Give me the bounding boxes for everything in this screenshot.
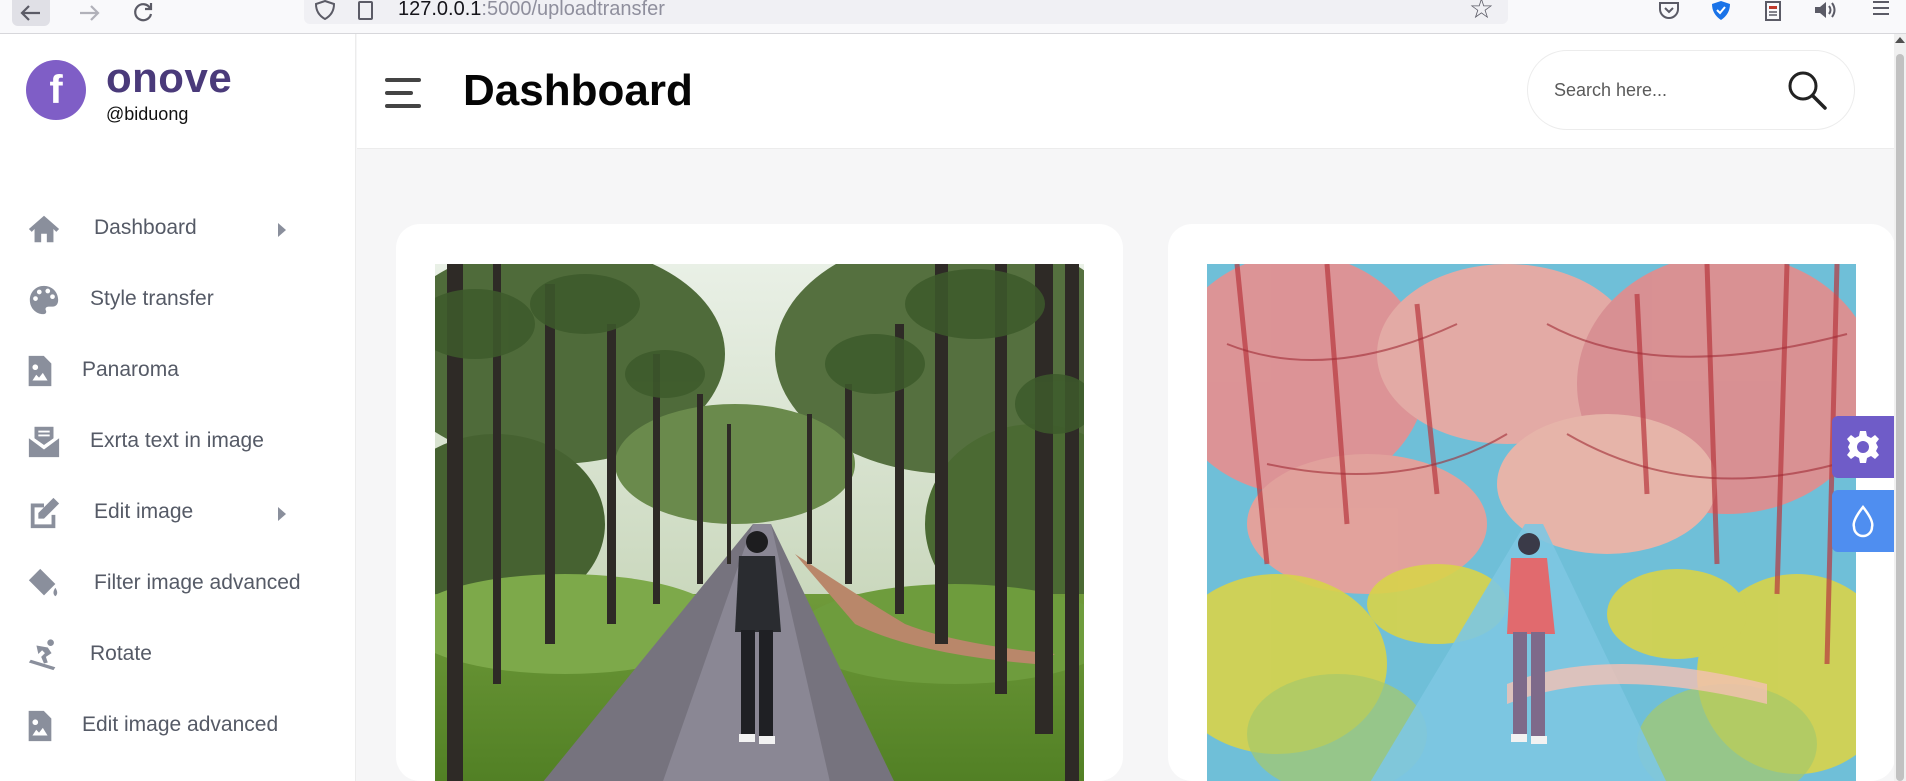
forward-arrow-icon[interactable] xyxy=(70,0,108,26)
paint-bucket-icon xyxy=(26,566,62,602)
sidebar-menu: Dashboard Style transfer Panaroma Exrta … xyxy=(0,194,356,762)
app-menu-icon[interactable] xyxy=(1866,0,1896,22)
sidebar-item-rotate[interactable]: Rotate xyxy=(0,620,356,691)
url-path: :5000/uploadtransfer xyxy=(481,0,665,20)
image-file-icon xyxy=(22,353,58,389)
address-bar[interactable]: 127.0.0.1:5000/uploadtransfer ☆ xyxy=(304,0,1508,24)
sidebar-item-label: Panaroma xyxy=(82,358,179,381)
brand-logo[interactable]: f xyxy=(26,60,86,120)
settings-button[interactable] xyxy=(1832,416,1894,478)
sidebar-item-label: Filter image advanced xyxy=(94,571,301,594)
gear-icon xyxy=(1847,431,1879,463)
search-box xyxy=(1527,50,1855,130)
sidebar-item-label: Style transfer xyxy=(90,287,214,310)
sidebar: f onove @biduong Dashboard Style transfe… xyxy=(0,34,356,781)
top-header: Dashboard xyxy=(357,34,1906,149)
caret-right-icon xyxy=(278,223,286,237)
page-info-icon[interactable] xyxy=(358,1,373,20)
theme-color-button[interactable] xyxy=(1832,490,1894,552)
url-host: 127.0.0.1 xyxy=(398,0,482,20)
reload-icon[interactable] xyxy=(124,0,162,26)
speaker-icon[interactable] xyxy=(1810,0,1840,22)
sidebar-item-label: Edit image xyxy=(94,500,194,523)
droplet-icon xyxy=(1852,504,1874,538)
sidebar-item-label: Edit image advanced xyxy=(82,713,279,736)
notes-extension-icon[interactable] xyxy=(1758,0,1788,22)
stylized-photo xyxy=(1207,264,1856,781)
sidebar-item-filter-image-advanced[interactable]: Filter image advanced xyxy=(0,549,356,620)
brand-handle: @biduong xyxy=(106,104,189,124)
sidebar-item-label: Dashboard xyxy=(94,216,197,239)
sidebar-item-edit-image-advanced[interactable]: Edit image advanced xyxy=(0,691,356,762)
scrollbar-thumb[interactable] xyxy=(1896,54,1904,781)
browser-toolbar: 127.0.0.1:5000/uploadtransfer ☆ xyxy=(0,0,1906,34)
original-image-card xyxy=(396,224,1123,781)
sidebar-item-panaroma[interactable]: Panaroma xyxy=(0,336,356,407)
search-input[interactable] xyxy=(1554,75,1774,105)
hamburger-menu-icon[interactable] xyxy=(385,78,421,108)
original-photo xyxy=(435,264,1084,781)
brand-name[interactable]: onove xyxy=(106,54,232,102)
back-arrow-icon[interactable] xyxy=(12,0,50,26)
extension-shield-icon[interactable] xyxy=(1706,0,1736,22)
home-icon xyxy=(26,211,62,247)
tracking-shield-icon[interactable] xyxy=(314,0,336,20)
sidebar-item-label: Exrta text in image xyxy=(90,429,264,452)
url-text[interactable]: 127.0.0.1:5000/uploadtransfer xyxy=(398,0,665,21)
sidebar-item-extract-text[interactable]: Exrta text in image xyxy=(0,407,356,478)
page-title: Dashboard xyxy=(463,66,693,115)
mail-bulk-icon xyxy=(26,424,62,460)
sidebar-item-dashboard[interactable]: Dashboard xyxy=(0,194,356,265)
scroll-up-arrow-icon[interactable] xyxy=(1895,37,1905,43)
brand[interactable]: f onove @biduong xyxy=(26,54,326,124)
bookmark-star-icon[interactable]: ☆ xyxy=(1469,0,1494,25)
palette-icon xyxy=(26,282,62,318)
image-file-icon xyxy=(22,708,58,744)
brand-logo-letter: f xyxy=(49,67,63,112)
page-scrollbar[interactable] xyxy=(1894,34,1906,781)
search-icon[interactable] xyxy=(1786,69,1828,111)
snowboarding-icon xyxy=(26,637,62,673)
pocket-icon[interactable] xyxy=(1654,0,1684,22)
sidebar-item-label: Rotate xyxy=(90,642,152,665)
stylized-image-card xyxy=(1168,224,1895,781)
caret-right-icon xyxy=(278,507,286,521)
sidebar-item-style-transfer[interactable]: Style transfer xyxy=(0,265,356,336)
sidebar-item-edit-image[interactable]: Edit image xyxy=(0,478,356,549)
edit-icon xyxy=(26,495,62,531)
